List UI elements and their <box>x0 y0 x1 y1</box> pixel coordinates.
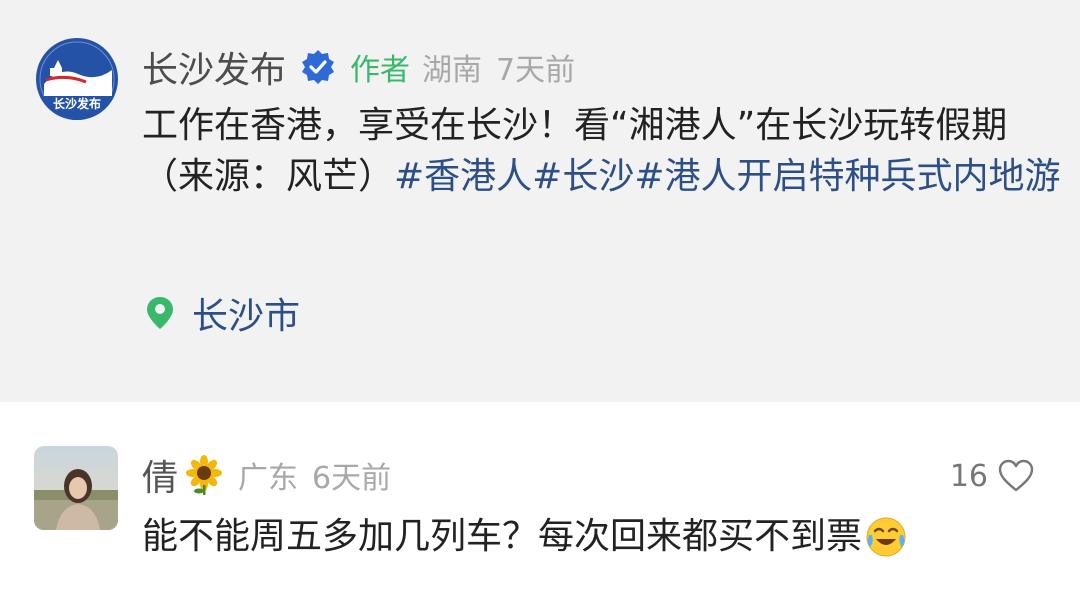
post-region: 湖南 <box>422 53 483 88</box>
post-time: 7天前 <box>496 53 576 88</box>
comment-item: 倩 广东 6天前 16 能不能周五多加几列车？每次回来都买不到票 <box>0 402 1080 606</box>
post-hashtags[interactable]: #香港人#长沙#港人开启特种兵式内地游 <box>394 156 1061 197</box>
comment-region: 广东 <box>238 461 299 496</box>
comment-time: 6天前 <box>312 461 392 496</box>
post-card: 长沙发布 长沙发布 作者 湖南 7天前 工作在香港，享受在长沙！看“湘港人”在长… <box>0 0 1080 402</box>
heart-icon[interactable] <box>998 459 1034 493</box>
like-button[interactable]: 16 <box>950 452 1034 500</box>
verified-badge-icon <box>300 49 336 85</box>
author-row: 长沙发布 作者 湖南 7天前 <box>142 40 575 94</box>
location-pin-icon <box>146 296 174 330</box>
like-count: 16 <box>949 458 988 494</box>
avatar-logo-text: 长沙发布 <box>53 96 101 111</box>
comment-header: 倩 广东 6天前 <box>142 450 391 500</box>
commenter-name[interactable]: 倩 <box>142 449 178 501</box>
comment-text: 能不能周五多加几列车？每次回来都买不到票 <box>142 516 863 557</box>
post-body: 工作在香港，享受在长沙！看“湘港人”在长沙玩转假期（来源：风芒）#香港人#长沙#… <box>142 100 1062 202</box>
author-tag: 作者 <box>350 53 411 88</box>
location-row[interactable]: 长沙市 <box>146 286 300 340</box>
comment-body: 能不能周五多加几列车？每次回来都买不到票 <box>142 512 908 562</box>
author-avatar[interactable]: 长沙发布 <box>36 38 118 120</box>
commenter-avatar[interactable] <box>34 446 118 530</box>
author-name[interactable]: 长沙发布 <box>142 41 286 93</box>
sunflower-icon <box>184 455 224 495</box>
location-text: 长沙市 <box>192 296 301 337</box>
crying-laughing-emoji-icon <box>864 515 908 559</box>
